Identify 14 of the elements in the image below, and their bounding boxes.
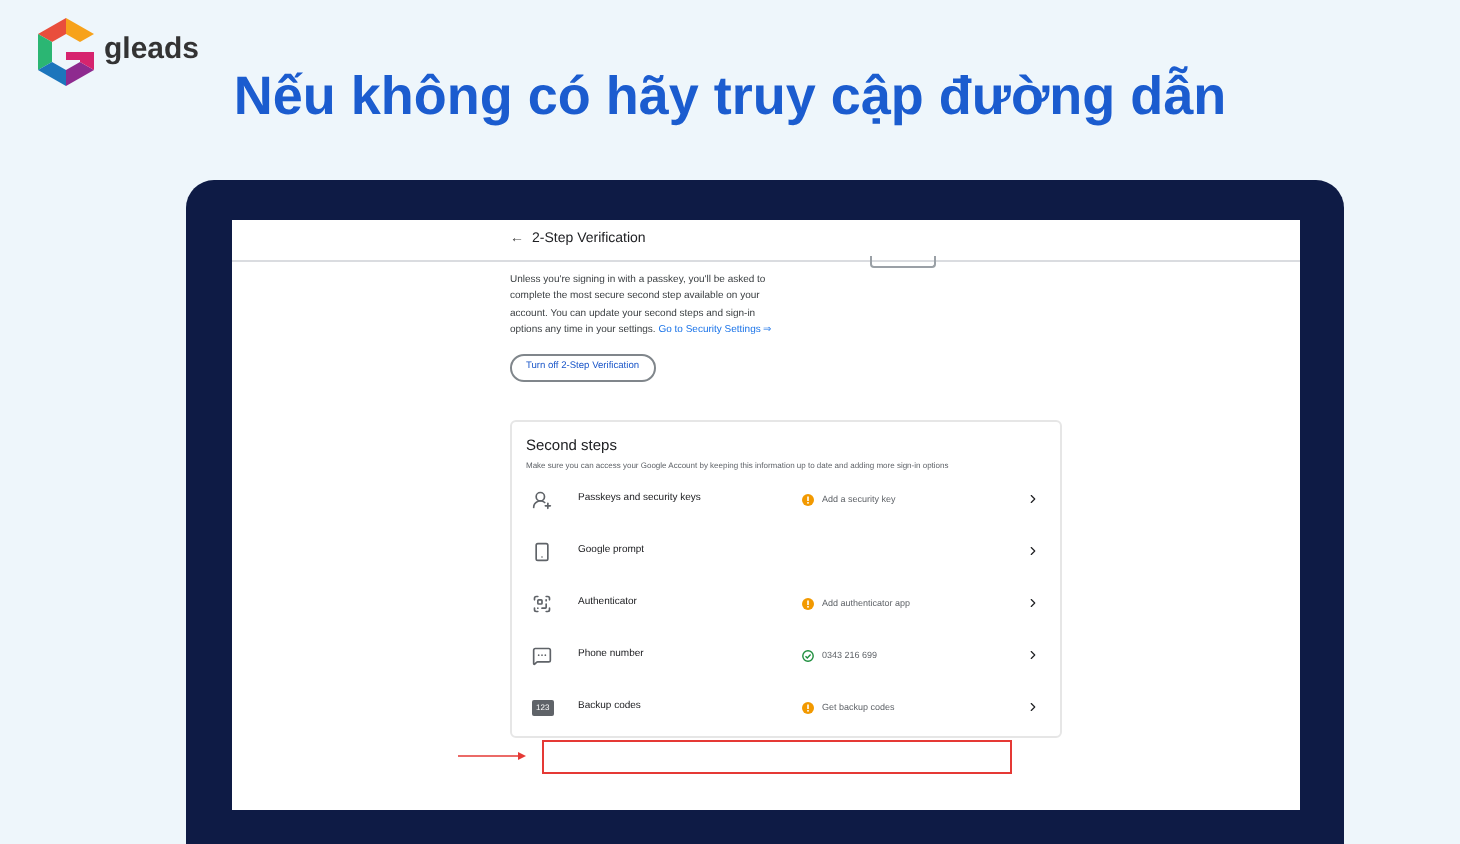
chevron-icon [1026,596,1040,611]
logo-icon [32,16,100,88]
phone-icon [532,541,552,562]
pointer-arrow [458,752,526,761]
chevron-icon [1026,492,1040,507]
chevron-icon [1026,648,1040,663]
headline: Nếu không có hãy truy cập đường dẫn [233,64,1227,130]
brand-name: gleads [104,30,200,70]
toggle-stub [870,256,936,268]
message-icon [532,645,552,666]
person-key-icon [532,489,552,510]
chevron-icon [1026,544,1040,559]
qr-code-icon [532,593,552,614]
chevron-icon [1026,700,1040,715]
